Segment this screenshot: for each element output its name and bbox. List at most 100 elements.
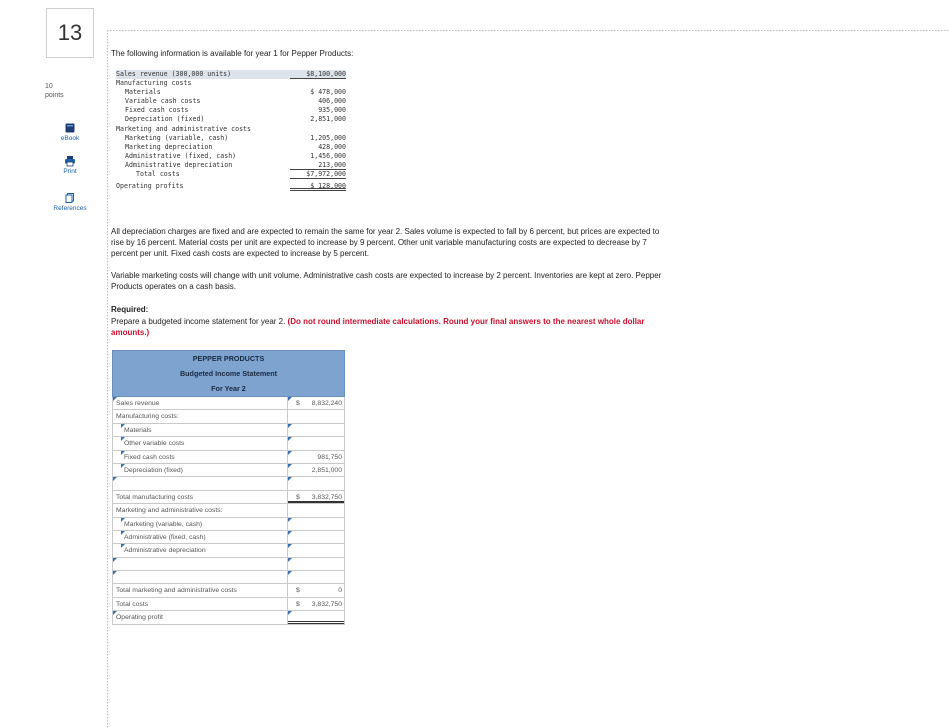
budget-row: Sales revenue $8,832,240 [112, 397, 345, 411]
print-button[interactable]: Print [44, 155, 96, 179]
year1-label: Fixed cash costs [125, 106, 189, 115]
budget-row: Operating profit [112, 611, 345, 625]
budget-label: Total marketing and administrative costs [113, 584, 288, 597]
print-label: Print [63, 168, 77, 175]
year1-label: Sales revenue (300,000 units) [116, 70, 232, 78]
year1-value: 406,000 [318, 97, 346, 106]
year1-value: $8,100,000 [290, 70, 346, 80]
budget-row [112, 571, 345, 585]
year1-row: Depreciation (fixed) 2,851,000 [116, 115, 346, 124]
budget-amount-input[interactable] [288, 437, 344, 449]
budget-row: Depreciation (fixed) 2,851,000 [112, 463, 345, 478]
year1-label: Administrative (fixed, cash) [125, 151, 237, 160]
budget-row: Administrative (fixed, cash) [112, 530, 345, 545]
references-label: References [53, 205, 87, 212]
year1-value: 213,000 [290, 161, 346, 171]
year1-label: Marketing and administrative costs [116, 124, 251, 133]
budget-row: Manufacturing costs: [112, 410, 345, 424]
budget-label-input[interactable] [113, 571, 288, 584]
year1-value: 1,456,000 [310, 151, 346, 160]
budget-amount-input[interactable] [288, 477, 344, 489]
budget-label: Total costs [113, 597, 288, 611]
budget-label[interactable]: Depreciation (fixed) [113, 463, 288, 477]
budget-label[interactable]: Materials [113, 423, 288, 437]
year1-row: Materials $ 478,000 [116, 88, 346, 97]
budget-amount-input[interactable] [288, 611, 344, 624]
budget-amount-input[interactable] [288, 571, 344, 583]
dollar-sign: $ [296, 587, 300, 595]
year1-label: Materials [125, 88, 161, 97]
year1-value: $ 128,000 [290, 182, 346, 192]
budget-amount: 3,832,750 [311, 493, 342, 501]
year1-label: Manufacturing costs [116, 79, 192, 88]
points-info: 10 points [45, 82, 64, 100]
points-value: 10 [45, 83, 53, 90]
budget-amount-input[interactable] [288, 557, 344, 570]
year1-value: 428,000 [318, 142, 346, 151]
budget-header: PEPPER PRODUCTS Budgeted Income Statemen… [112, 350, 345, 397]
budget-amount-input[interactable]: 2,851,000 [288, 463, 344, 476]
year1-value [290, 79, 346, 88]
budget-row: Marketing and administrative costs: [112, 504, 345, 518]
points-label: points [45, 92, 64, 99]
budget-amount-input[interactable]: $8,832,240 [288, 397, 344, 409]
year1-value [290, 125, 346, 134]
budget-amount: 981,750 [317, 453, 342, 461]
budget-label[interactable]: Fixed cash costs [113, 450, 288, 463]
year1-row: Variable cash costs 406,000 [116, 97, 346, 106]
year1-label: Marketing depreciation [125, 142, 213, 151]
year1-row: Marketing (variable, cash) 1,205,000 [116, 134, 346, 143]
budget-amount: 2,851,000 [311, 466, 342, 474]
budget-amount-input[interactable] [288, 530, 344, 543]
budget-amount-input[interactable] [288, 517, 344, 530]
budget-label[interactable]: Administrative (fixed, cash) [113, 530, 288, 544]
required-label: Required: [111, 305, 149, 314]
year1-value: $ 478,000 [310, 88, 346, 97]
year1-row: Marketing and administrative costs [116, 125, 346, 134]
budget-label[interactable]: Sales revenue [113, 397, 288, 410]
year1-label: Administrative depreciation [125, 160, 233, 169]
budget-statement-table: PEPPER PRODUCTS Budgeted Income Statemen… [112, 350, 345, 625]
year1-row: Fixed cash costs 935,000 [116, 106, 346, 115]
year1-label: Variable cash costs [125, 97, 201, 106]
year1-row: Manufacturing costs [116, 79, 346, 88]
budget-amount-input: $3,832,750 [288, 598, 344, 610]
year1-row: Sales revenue (300,000 units) $8,100,000 [116, 70, 346, 80]
year1-row: Administrative (fixed, cash) 1,456,000 [116, 152, 346, 161]
year1-row: Administrative depreciation 213,000 [116, 160, 346, 171]
year1-row: Marketing depreciation 428,000 [116, 143, 346, 152]
budget-row: Other variable costs [112, 437, 345, 451]
budget-row [112, 477, 345, 491]
budget-row: Total marketing and administrative costs… [112, 584, 345, 598]
budget-row: Materials [112, 423, 345, 438]
year1-value: 1,205,000 [310, 133, 346, 142]
budget-label-input[interactable] [113, 477, 288, 490]
company-name: PEPPER PRODUCTS [192, 354, 265, 363]
dollar-sign: $ [296, 400, 300, 407]
budget-label[interactable]: Marketing (variable, cash) [113, 517, 288, 530]
question-number: 13 [46, 8, 94, 58]
budget-amount-input [288, 504, 344, 516]
budget-label[interactable]: Administrative depreciation [113, 544, 288, 557]
ebook-button[interactable]: eBook [44, 122, 96, 146]
references-button[interactable]: References [44, 192, 96, 216]
budget-label[interactable]: Operating profit [113, 611, 288, 624]
budget-row: Fixed cash costs 981,750 [112, 450, 345, 464]
statement-title: Budgeted Income Statement [179, 369, 278, 378]
budget-rows: Sales revenue $8,832,240 Manufacturing cos… [112, 397, 345, 625]
budget-label[interactable]: Other variable costs [113, 437, 288, 450]
required-text: Prepare a budgeted income statement for … [111, 316, 671, 338]
budget-amount-input: $3,832,750 [288, 491, 344, 504]
budget-amount-input[interactable] [288, 423, 344, 436]
budget-amount-input[interactable] [288, 544, 344, 556]
year1-value: 2,851,000 [310, 115, 346, 124]
budget-row: Total manufacturing costs $3,832,750 [112, 490, 345, 505]
printer-icon [65, 156, 75, 167]
year1-label: Operating profits [116, 182, 184, 191]
assumptions-paragraph: All depreciation charges are fixed and a… [111, 227, 660, 258]
budget-row [112, 557, 345, 572]
budget-amount-input[interactable]: 981,750 [288, 450, 344, 463]
dollar-sign: $ [296, 600, 300, 608]
budget-label-input[interactable] [113, 557, 288, 571]
top-divider [107, 30, 949, 31]
